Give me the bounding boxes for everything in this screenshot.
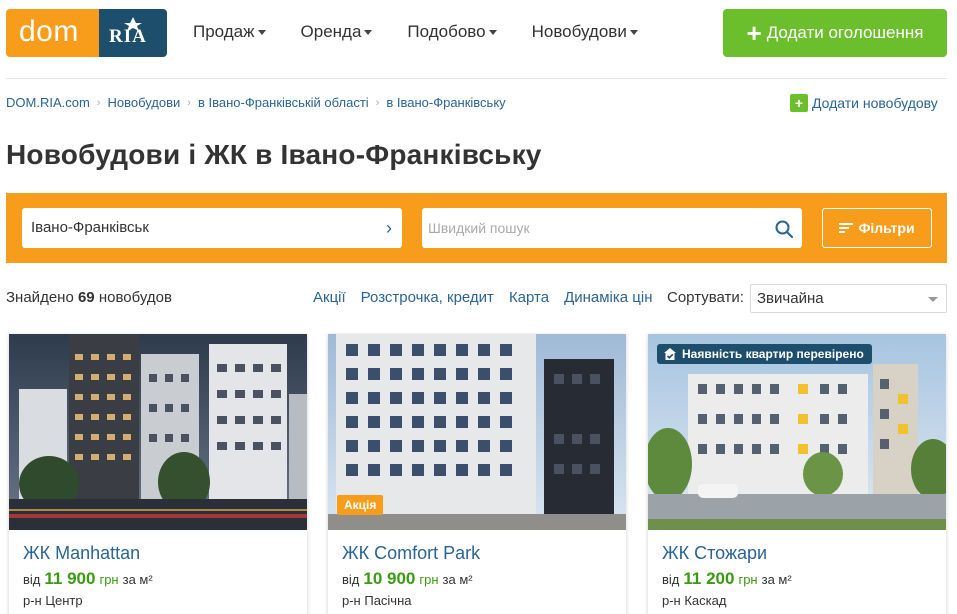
price-prefix: від <box>342 572 360 587</box>
price-currency: грн <box>99 572 119 587</box>
plus-icon: + <box>746 18 762 48</box>
building-price: від 11 900 грн за м² <box>23 569 153 589</box>
breadcrumb-region[interactable]: в Івано-Франківській області <box>198 95 369 110</box>
chevron-down-icon <box>364 29 373 35</box>
building-district: р-н Пасічна <box>342 593 412 608</box>
building-price: від 11 200 грн за м² <box>662 569 792 589</box>
price-currency: грн <box>738 572 758 587</box>
building-photo[interactable]: Наявність квартир перевірено <box>648 334 946 530</box>
header-divider <box>6 78 947 79</box>
price-prefix: від <box>23 572 41 587</box>
price-value: 11 900 <box>44 569 96 588</box>
verified-badge-label: Наявність квартир перевірено <box>682 347 864 361</box>
link-map[interactable]: Карта <box>509 289 549 306</box>
chevron-right-icon: › <box>375 96 380 109</box>
add-new-building-link[interactable]: + Додати новобудову <box>790 94 938 112</box>
breadcrumb-city[interactable]: в Івано-Франківську <box>386 95 505 110</box>
building-photo-image <box>9 334 307 530</box>
link-installment-credit[interactable]: Розстрочка, кредит <box>361 289 494 306</box>
sort-select[interactable]: Звичайна <box>750 284 947 313</box>
filter-lines-icon <box>839 223 854 233</box>
main-nav: Продаж Оренда Подобово Новобудови <box>193 22 673 42</box>
chevron-down-icon <box>928 297 938 302</box>
plus-icon: + <box>790 94 808 112</box>
chevron-right-icon: › <box>96 96 101 109</box>
add-listing-label: Додати оголошення <box>766 23 924 42</box>
nav-item-new-buildings[interactable]: Новобудови <box>532 22 638 42</box>
chevron-down-icon <box>257 29 266 35</box>
price-unit: за м² <box>761 572 792 587</box>
results-links: Акції Розстрочка, кредит Карта Динаміка … <box>313 289 668 306</box>
city-select-value: Івано-Франківськ <box>31 219 149 236</box>
filters-button[interactable]: Фільтри <box>822 208 932 248</box>
price-unit: за м² <box>122 572 153 587</box>
building-district: р-н Каскад <box>662 593 727 608</box>
nav-item-sale[interactable]: Продаж <box>193 22 266 42</box>
nav-item-label: Оренда <box>300 22 362 41</box>
site-header: dom RIA Продаж Оренда Подобово Новобудов… <box>0 0 957 66</box>
nav-item-daily[interactable]: Подобово <box>407 22 497 42</box>
filters-label: Фільтри <box>858 220 915 236</box>
results-count: Знайдено 69 новобудов <box>6 289 172 306</box>
dom-ria-logo[interactable]: dom RIA <box>6 9 167 57</box>
building-card-manhattan[interactable]: ЖК Manhattan від 11 900 грн за м² р-н Це… <box>9 334 307 614</box>
building-card-comfort-park[interactable]: Акція ЖК Comfort Park від 10 900 грн за … <box>328 334 626 614</box>
logo-ria-block: RIA <box>99 9 167 57</box>
results-suffix: новобудов <box>98 289 172 306</box>
results-prefix: Знайдено <box>6 289 74 306</box>
add-new-building-label: Додати новобудову <box>812 95 938 111</box>
chevron-right-icon: › <box>187 96 191 109</box>
building-title[interactable]: ЖК Manhattan <box>23 543 140 564</box>
results-number: 69 <box>77 289 95 306</box>
chevron-down-icon <box>629 29 638 35</box>
city-select[interactable]: Івано-Франківськ › <box>22 208 402 248</box>
building-photo[interactable] <box>9 334 307 530</box>
sort-select-value: Звичайна <box>757 290 824 307</box>
price-currency: грн <box>419 572 439 587</box>
link-price-dynamics[interactable]: Динаміка цін <box>564 289 652 306</box>
building-photo[interactable]: Акція <box>328 334 626 530</box>
nav-item-rent[interactable]: Оренда <box>301 22 373 42</box>
logo-dom-text: dom <box>6 9 99 57</box>
add-listing-button[interactable]: + Додати оголошення <box>723 9 947 57</box>
link-promotions[interactable]: Акції <box>313 289 346 306</box>
nav-item-label: Подобово <box>407 22 486 41</box>
page-title: Новобудови і ЖК в Івано-Франківську <box>6 139 542 170</box>
search-panel: Івано-Франківськ › Фільтри <box>6 193 947 263</box>
breadcrumb-new-buildings[interactable]: Новобудови <box>107 95 180 110</box>
chevron-right-icon: › <box>386 218 392 238</box>
search-icon[interactable] <box>775 220 793 238</box>
nav-item-label: Новобудови <box>531 22 627 41</box>
house-check-icon <box>664 348 676 360</box>
building-title[interactable]: ЖК Comfort Park <box>342 543 480 564</box>
quick-search-input[interactable] <box>422 208 802 248</box>
price-value: 11 200 <box>683 569 735 588</box>
building-title[interactable]: ЖК Стожари <box>662 543 767 564</box>
verified-badge: Наявність квартир перевірено <box>657 344 872 364</box>
nav-item-label: Продаж <box>193 22 255 41</box>
promo-badge: Акція <box>337 495 384 515</box>
price-value: 10 900 <box>363 569 416 588</box>
building-price: від 10 900 грн за м² <box>342 569 473 589</box>
logo-ria-text: RIA <box>109 26 147 47</box>
breadcrumb-home[interactable]: DOM.RIA.com <box>6 95 90 110</box>
price-unit: за м² <box>442 572 473 587</box>
building-card-stozhary[interactable]: Наявність квартир перевірено ЖК Стожари … <box>648 334 946 614</box>
breadcrumb: DOM.RIA.com › Новобудови › в Івано-Франк… <box>6 95 506 110</box>
building-district: р-н Центр <box>23 593 83 608</box>
sort-label: Сортувати: <box>667 289 744 306</box>
price-prefix: від <box>662 572 680 587</box>
chevron-down-icon <box>488 29 497 35</box>
